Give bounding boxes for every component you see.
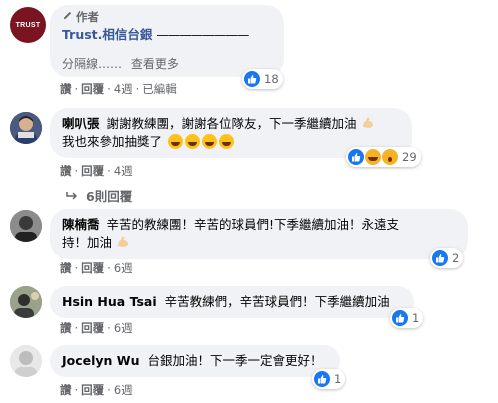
reaction-count: 2: [452, 251, 460, 265]
like-button[interactable]: 讚: [60, 321, 72, 335]
reaction-count: 1: [412, 311, 420, 325]
comment-timestamp[interactable]: 6週: [114, 383, 133, 397]
flexed-biceps-icon: [116, 235, 130, 249]
comment-bubble: Jocelyn Wu 台銀加油！下一季一定會更好！: [50, 345, 340, 377]
comment-text: 持！加油: [62, 235, 113, 250]
replies-count-label: 6則回覆: [86, 189, 133, 204]
like-reaction-icon: [432, 250, 448, 266]
pencil-icon: [62, 8, 73, 26]
laughing-icon: [168, 134, 183, 149]
reply-button[interactable]: 回覆: [81, 261, 104, 275]
comment-timestamp[interactable]: 6週: [114, 321, 133, 335]
comment-text: 辛苦的教練團！辛苦的球員們!下季繼續加油！永遠支: [106, 217, 400, 232]
like-reaction-icon: [392, 310, 408, 326]
comment-author: TRUST 作者 Trust.相信台銀 ———————— 分隔線…… 查看更多 …: [0, 0, 498, 100]
trust-logo: TRUST: [15, 21, 41, 29]
see-more-link[interactable]: 查看更多: [131, 57, 179, 71]
comment-timestamp[interactable]: 4週: [114, 164, 133, 178]
reply-button[interactable]: 回覆: [81, 164, 104, 178]
comment-author-name[interactable]: Jocelyn Wu: [62, 353, 140, 368]
reaction-count: 29: [402, 150, 417, 164]
reaction-summary[interactable]: 29: [346, 147, 421, 167]
edited-label: 已編輯: [142, 82, 177, 96]
wow-reaction-icon: [382, 149, 398, 165]
like-reaction-icon: [348, 149, 364, 165]
reaction-summary[interactable]: 1: [312, 369, 346, 389]
like-button[interactable]: 讚: [60, 383, 72, 397]
comment-bubble: 陳楠喬 辛苦的教練團！辛苦的球員們!下季繼續加油！永遠支 持！加油: [50, 209, 468, 259]
comment-bubble: 作者 Trust.相信台銀 ———————— 分隔線…… 查看更多: [50, 5, 284, 77]
haha-reaction-icon: [365, 149, 381, 165]
author-tag: 作者: [76, 10, 99, 24]
like-reaction-icon: [314, 371, 330, 387]
avatar[interactable]: [10, 345, 42, 377]
comment-actions: 讚 · 回覆 · 4週: [60, 164, 133, 178]
avatar[interactable]: [10, 286, 42, 318]
comment-text: 分隔線……: [62, 57, 123, 71]
reply-button[interactable]: 回覆: [81, 321, 104, 335]
reaction-count: 18: [264, 72, 279, 86]
comment-actions: 讚 · 回覆 · 6週: [60, 261, 133, 275]
view-replies-link[interactable]: 6則回覆: [66, 186, 132, 205]
like-button[interactable]: 讚: [60, 164, 72, 178]
like-button[interactable]: 讚: [60, 82, 72, 96]
laughing-icon: [185, 134, 200, 149]
flexed-biceps-icon: [361, 116, 375, 130]
laughing-icon: [202, 134, 217, 149]
comment-author-name[interactable]: Hsin Hua Tsai: [62, 294, 157, 309]
comment-text: 台銀加油！下一季一定會更好！: [147, 353, 323, 368]
comment-timestamp[interactable]: 4週: [114, 82, 133, 96]
comment-actions: 讚 · 回覆 · 6週: [60, 383, 133, 397]
comment: Hsin Hua Tsai 辛苦教練們，辛苦球員們！下季繼續加油 1 讚 · 回覆 ·…: [0, 284, 498, 339]
avatar[interactable]: TRUST: [10, 7, 46, 43]
comment-text: 辛苦教練們，辛苦球員們！下季繼續加油: [164, 294, 390, 309]
comment-text: ————————: [156, 27, 249, 42]
comment: Jocelyn Wu 台銀加油！下一季一定會更好！ 1 讚 · 回覆 · 6週: [0, 342, 498, 403]
comment-author-name[interactable]: Trust.相信台銀: [62, 26, 152, 44]
comment-timestamp[interactable]: 6週: [114, 261, 133, 275]
avatar[interactable]: [10, 210, 42, 242]
like-reaction-icon: [244, 71, 260, 87]
reaction-summary[interactable]: 18: [242, 69, 283, 89]
comment-actions: 讚 · 回覆 · 4週 · 已編輯: [60, 82, 177, 96]
comment-bubble: Hsin Hua Tsai 辛苦教練們，辛苦球員們！下季繼續加油: [50, 286, 414, 318]
comment-author-name[interactable]: 陳楠喬: [62, 217, 100, 232]
reaction-count: 1: [334, 372, 342, 386]
reaction-summary[interactable]: 1: [390, 308, 424, 328]
like-button[interactable]: 讚: [60, 261, 72, 275]
reply-arrow-icon: [66, 191, 78, 201]
comment-text: 我也來參加抽獎了: [62, 134, 163, 149]
reply-button[interactable]: 回覆: [81, 383, 104, 397]
reaction-summary[interactable]: 2: [430, 248, 464, 268]
reply-button[interactable]: 回覆: [81, 82, 104, 96]
comment-author-name[interactable]: 喇叭張: [62, 116, 100, 131]
comment-text: 謝謝教練團，謝謝各位隊友，下一季繼續加油: [106, 116, 357, 131]
comment: 陳楠喬 辛苦的教練團！辛苦的球員們!下季繼續加油！永遠支 持！加油 2 讚 · 回覆…: [0, 206, 498, 278]
avatar[interactable]: [10, 112, 42, 144]
comment: 喇叭張 謝謝教練團，謝謝各位隊友，下一季繼續加油 我也來參加抽獎了 29 讚 · 回…: [0, 104, 498, 204]
laughing-icon: [219, 134, 234, 149]
comment-actions: 讚 · 回覆 · 6週: [60, 321, 133, 335]
